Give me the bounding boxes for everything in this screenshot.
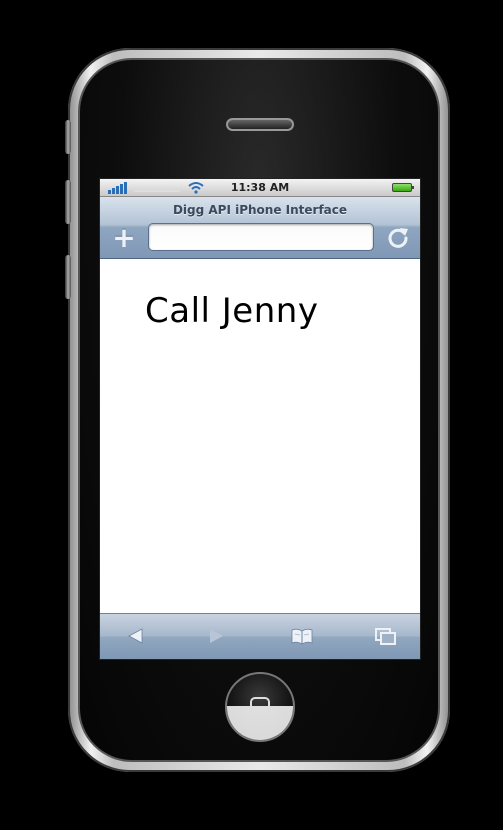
note-text: Call Jenny — [145, 291, 319, 331]
reload-icon[interactable] — [386, 225, 410, 249]
back-arrow-icon[interactable] — [124, 626, 148, 646]
home-button[interactable] — [225, 672, 295, 742]
phone-screen: 11:38 AM Digg API iPhone Interface + Cal… — [99, 178, 421, 660]
battery-icon — [392, 183, 414, 192]
browser-nav-bar: Digg API iPhone Interface + — [100, 197, 420, 259]
pages-icon[interactable] — [374, 626, 398, 646]
earpiece-speaker — [226, 118, 294, 131]
add-bookmark-button[interactable]: + — [112, 224, 136, 252]
volume-up-button — [65, 180, 71, 224]
browser-toolbar — [100, 613, 420, 659]
bookmarks-book-icon[interactable] — [290, 626, 314, 646]
page-title: Digg API iPhone Interface — [172, 203, 348, 217]
web-content: Call Jenny — [100, 259, 420, 614]
forward-arrow-icon[interactable] — [204, 626, 228, 646]
url-input[interactable] — [148, 223, 374, 251]
volume-down-button — [65, 255, 71, 299]
status-bar: 11:38 AM — [100, 179, 420, 197]
status-time: 11:38 AM — [230, 181, 290, 194]
ringer-switch — [65, 120, 71, 154]
home-square-icon — [250, 697, 270, 717]
